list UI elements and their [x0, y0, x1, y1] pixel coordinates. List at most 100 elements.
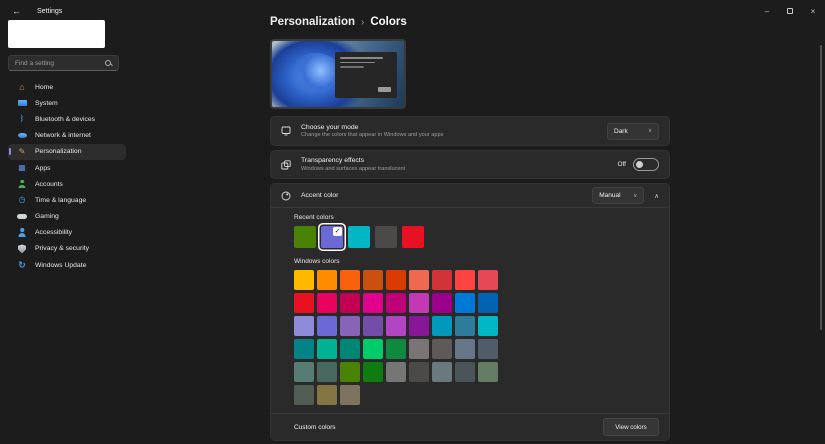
- network-icon: [17, 131, 27, 141]
- sidebar-item-time-language[interactable]: ◷ Time & language: [8, 192, 126, 208]
- color-swatch[interactable]: [340, 362, 360, 382]
- color-swatch[interactable]: [317, 293, 337, 313]
- color-swatch[interactable]: [340, 385, 360, 405]
- color-swatch[interactable]: [363, 270, 383, 290]
- color-swatch[interactable]: [317, 385, 337, 405]
- chevron-up-icon[interactable]: ∧: [654, 192, 659, 200]
- color-swatch[interactable]: [340, 270, 360, 290]
- color-swatch[interactable]: [455, 339, 475, 359]
- sidebar-item-system[interactable]: System: [8, 95, 126, 111]
- color-swatch[interactable]: [478, 293, 498, 313]
- system-icon: [17, 98, 27, 108]
- color-swatch[interactable]: [386, 362, 406, 382]
- choose-mode-card: Choose your mode Change the colors that …: [270, 116, 670, 146]
- sidebar-item-windows-update[interactable]: ↻ Windows Update: [8, 257, 126, 273]
- color-swatch[interactable]: [409, 293, 429, 313]
- view-colors-button[interactable]: View colors: [603, 418, 659, 436]
- sidebar-item-accounts[interactable]: Accounts: [8, 176, 126, 192]
- color-swatch[interactable]: [409, 270, 429, 290]
- color-swatch[interactable]: [478, 316, 498, 336]
- maximize-button[interactable]: [787, 8, 793, 14]
- breadcrumb-parent[interactable]: Personalization: [270, 16, 355, 28]
- transparency-subtitle: Windows and surfaces appear translucent: [301, 165, 406, 172]
- scrollbar[interactable]: [820, 45, 822, 330]
- color-swatch[interactable]: [375, 226, 397, 248]
- color-swatch[interactable]: [294, 226, 316, 248]
- color-swatch[interactable]: [409, 339, 429, 359]
- color-swatch[interactable]: [363, 362, 383, 382]
- user-account-box[interactable]: [8, 20, 105, 48]
- color-swatch[interactable]: [386, 270, 406, 290]
- sidebar: Find a setting ⌂ Home System ᛒ Bluetooth…: [8, 20, 238, 273]
- minimize-button[interactable]: –: [761, 7, 773, 16]
- color-swatch[interactable]: ✓: [321, 226, 343, 248]
- windows-colors-grid: [294, 270, 500, 405]
- color-swatch[interactable]: [340, 293, 360, 313]
- back-button[interactable]: ←: [12, 6, 21, 16]
- search-icon: [105, 59, 112, 67]
- color-swatch[interactable]: [317, 270, 337, 290]
- transparency-icon: [281, 159, 291, 170]
- chevron-down-icon: ∨: [647, 128, 652, 134]
- sidebar-item-privacy[interactable]: Privacy & security: [8, 241, 126, 257]
- color-swatch[interactable]: [386, 293, 406, 313]
- sidebar-item-accessibility[interactable]: Accessibility: [8, 225, 126, 241]
- window-title: Settings: [37, 7, 63, 15]
- color-swatch[interactable]: [317, 339, 337, 359]
- color-swatch[interactable]: [294, 270, 314, 290]
- sidebar-nav: ⌂ Home System ᛒ Bluetooth & devices Netw…: [8, 79, 126, 273]
- color-swatch[interactable]: [317, 316, 337, 336]
- sidebar-item-label: System: [35, 99, 58, 107]
- color-swatch[interactable]: [340, 316, 360, 336]
- color-swatch[interactable]: [455, 270, 475, 290]
- color-swatch[interactable]: [294, 316, 314, 336]
- color-swatch[interactable]: [432, 293, 452, 313]
- color-swatch[interactable]: [432, 339, 452, 359]
- color-swatch[interactable]: [386, 339, 406, 359]
- color-swatch[interactable]: [294, 362, 314, 382]
- color-swatch[interactable]: [363, 316, 383, 336]
- sidebar-item-label: Gaming: [35, 213, 59, 221]
- transparency-state-label: Off: [617, 161, 626, 168]
- accent-mode-dropdown[interactable]: Manual ∨: [592, 187, 645, 204]
- color-swatch[interactable]: [294, 385, 314, 405]
- sidebar-item-network[interactable]: Network & internet: [8, 128, 126, 144]
- color-swatch[interactable]: [478, 270, 498, 290]
- color-swatch[interactable]: [363, 293, 383, 313]
- sidebar-item-label: Windows Update: [35, 261, 87, 269]
- color-swatch[interactable]: [363, 339, 383, 359]
- sidebar-item-gaming[interactable]: Gaming: [8, 209, 126, 225]
- search-input[interactable]: Find a setting: [8, 55, 119, 71]
- sidebar-item-label: Network & internet: [35, 132, 91, 140]
- sidebar-item-personalization[interactable]: ✎ Personalization: [8, 143, 126, 160]
- color-swatch[interactable]: [478, 362, 498, 382]
- color-swatch[interactable]: [409, 362, 429, 382]
- recent-colors-label: Recent colors: [294, 214, 334, 221]
- sidebar-item-apps[interactable]: ▦ Apps: [8, 160, 126, 176]
- chevron-right-icon: ›: [361, 16, 365, 28]
- color-swatch[interactable]: [432, 362, 452, 382]
- color-swatch[interactable]: [294, 293, 314, 313]
- sidebar-item-label: Personalization: [35, 148, 82, 156]
- color-swatch[interactable]: [340, 339, 360, 359]
- color-swatch[interactable]: [294, 339, 314, 359]
- color-swatch[interactable]: [317, 362, 337, 382]
- transparency-toggle[interactable]: [633, 158, 659, 171]
- mode-subtitle: Change the colors that appear in Windows…: [301, 132, 444, 139]
- color-swatch[interactable]: [455, 316, 475, 336]
- close-button[interactable]: ×: [807, 7, 819, 16]
- windows-update-icon: ↻: [18, 260, 26, 271]
- color-swatch[interactable]: [348, 226, 370, 248]
- color-swatch[interactable]: [432, 270, 452, 290]
- color-swatch[interactable]: [402, 226, 424, 248]
- color-swatch[interactable]: [455, 362, 475, 382]
- color-swatch[interactable]: [455, 293, 475, 313]
- color-swatch[interactable]: [386, 316, 406, 336]
- chevron-down-icon: ∨: [633, 192, 638, 199]
- sidebar-item-bluetooth[interactable]: ᛒ Bluetooth & devices: [8, 111, 126, 127]
- mode-dropdown[interactable]: Dark ∨: [607, 122, 659, 140]
- color-swatch[interactable]: [478, 339, 498, 359]
- color-swatch[interactable]: [432, 316, 452, 336]
- color-swatch[interactable]: [409, 316, 429, 336]
- sidebar-item-home[interactable]: ⌂ Home: [8, 79, 126, 95]
